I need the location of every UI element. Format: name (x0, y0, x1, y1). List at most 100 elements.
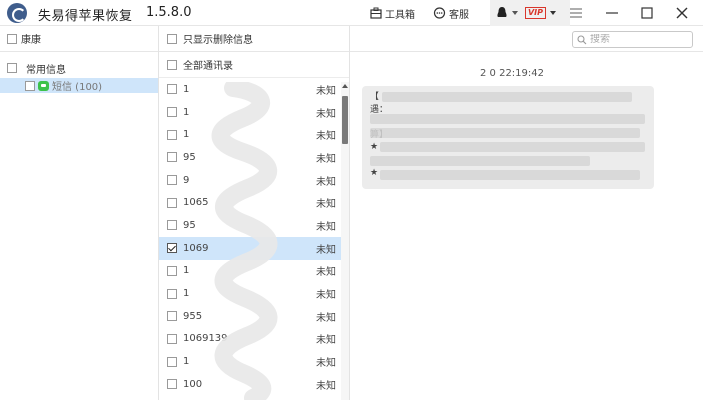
device-checkbox[interactable] (7, 33, 17, 44)
group-checkbox[interactable] (7, 63, 17, 73)
contact-number: 955 (183, 310, 203, 322)
contact-checkbox[interactable] (167, 129, 177, 140)
deleted-only-checkbox[interactable] (167, 33, 177, 44)
contact-status: 未知 (316, 335, 336, 347)
contact-row[interactable]: 1未知 (159, 396, 349, 400)
contact-checkbox[interactable] (167, 265, 177, 276)
contact-checkbox[interactable] (167, 107, 177, 118)
redaction-block (370, 156, 590, 166)
contact-row[interactable]: 100 未知 (159, 373, 349, 396)
app-name: 失易得苹果恢复 (38, 9, 133, 24)
customer-service-button[interactable]: 客服 (433, 4, 469, 22)
contact-number: 1 (183, 129, 190, 141)
contact-status: 未知 (316, 267, 336, 279)
contact-status: 未知 (316, 176, 336, 188)
redaction-block (380, 170, 640, 180)
contact-row[interactable]: 1 未知 (159, 78, 349, 101)
message-bubble: 【 遇： 算】 ★ ★ ★ 付 (362, 86, 654, 189)
contact-number: 1 (183, 106, 190, 118)
search-box[interactable] (572, 31, 693, 48)
contact-status: 未知 (316, 358, 336, 370)
contact-row[interactable]: 1 未知 (159, 260, 349, 283)
sms-checkbox[interactable] (25, 80, 35, 91)
contact-checkbox[interactable] (167, 197, 177, 208)
contact-status: 未知 (316, 131, 336, 143)
maximize-icon[interactable] (637, 3, 657, 23)
toolbox-label: 工具箱 (385, 9, 415, 21)
chat-bubble-icon (433, 6, 446, 19)
contact-list: 1 未知 1 未知 1 未知 95 未知 9 未知 1065 未知 95 未知 1069 未知 1 未知 1 未知 95… (159, 78, 349, 400)
redaction-block (380, 142, 645, 152)
filter-row[interactable]: 只显示删除信息 (159, 26, 349, 52)
contact-row[interactable]: 1未知 (159, 282, 349, 305)
device-header: 康康 (0, 26, 158, 52)
toolbox-icon (370, 7, 382, 19)
contact-row[interactable]: 1069 未知 (159, 236, 349, 260)
all-contacts-label: 全部通讯录 (183, 61, 233, 72)
contact-checkbox[interactable] (167, 356, 177, 367)
contact-checkbox[interactable] (167, 379, 177, 390)
contact-row[interactable]: 95 未知 (159, 146, 349, 169)
contact-checkbox[interactable] (167, 220, 177, 231)
contact-row[interactable]: 1069139 未知 (159, 328, 349, 351)
contact-number: 1 (183, 265, 190, 277)
menu-icon[interactable] (566, 3, 586, 23)
contact-checkbox[interactable] (167, 84, 177, 95)
contact-number: 95 (183, 151, 196, 163)
all-contacts-checkbox[interactable] (167, 59, 177, 70)
device-tree-panel: 康康 常用信息 短信 (100) (0, 26, 159, 400)
contact-number: 1 (183, 83, 190, 95)
contact-row[interactable]: 1 未知 (159, 101, 349, 124)
customer-service-label: 客服 (449, 9, 469, 21)
redaction-block (382, 92, 632, 102)
contact-checkbox[interactable] (167, 288, 177, 299)
contact-status: 未知 (316, 153, 336, 165)
contact-status: 未知 (316, 221, 336, 233)
toolbox-button[interactable]: 工具箱 (370, 4, 415, 22)
tree-item-sms[interactable]: 短信 (100) (0, 78, 158, 93)
contact-number: 95 (183, 219, 196, 231)
contact-number: 1 (183, 356, 190, 368)
contact-row[interactable]: 1065 未知 (159, 191, 349, 214)
scroll-up-icon[interactable] (342, 84, 348, 88)
contact-number: 1065 (183, 197, 209, 209)
contact-status: 未知 (316, 199, 336, 211)
contact-status: 未知 (316, 85, 336, 97)
title-bar: 失易得苹果恢复 1.5.8.0 工具箱 客服 VIP (0, 0, 703, 26)
contact-checkbox[interactable] (167, 311, 177, 322)
contact-list-panel: 只显示删除信息 全部通讯录 1 未知 1 未知 1 未知 95 未知 9 未知 1065 未知 95 未知… (159, 26, 350, 400)
contact-row[interactable]: 1 未知 (159, 350, 349, 373)
close-icon[interactable] (672, 3, 692, 23)
sms-label: 短信 (100) (52, 82, 103, 93)
scroll-thumb[interactable] (342, 96, 348, 144)
contact-row[interactable]: 9 未知 (159, 169, 349, 192)
contact-row[interactable]: 95 未知 (159, 214, 349, 237)
contact-number: 100 (183, 378, 203, 390)
contact-number: 1069 (183, 242, 209, 254)
contact-checkbox[interactable] (167, 152, 177, 163)
contact-row[interactable]: 955 未知 (159, 305, 349, 328)
search-input[interactable] (590, 34, 685, 45)
all-contacts-row[interactable]: 全部通讯录 (159, 52, 349, 78)
contact-status: 未知 (316, 380, 336, 392)
contact-status: 未知 (316, 290, 336, 302)
message-header (350, 26, 703, 52)
search-icon (577, 34, 587, 44)
app-version: 1.5.8.0 (146, 5, 192, 20)
message-timestamp: 2 0 22:19:42 (480, 68, 544, 79)
contact-checkbox[interactable] (167, 175, 177, 186)
contact-status: 未知 (316, 108, 336, 120)
minimize-icon[interactable] (602, 3, 622, 23)
vip-badge[interactable]: VIP (525, 7, 546, 19)
contact-checkbox[interactable] (167, 243, 177, 254)
message-panel: 2 0 22:19:42 【 遇： 算】 ★ ★ ★ 付 (350, 26, 703, 400)
contact-number: 1069139 (183, 333, 228, 345)
app-logo-icon (7, 3, 27, 23)
contact-checkbox[interactable] (167, 333, 177, 344)
tree-group-common-info[interactable]: 常用信息 (0, 58, 158, 78)
group-label: 常用信息 (26, 64, 66, 76)
vip-dropdown-icon[interactable] (550, 11, 556, 15)
contact-status: 未知 (316, 312, 336, 324)
contact-row[interactable]: 1 未知 (159, 123, 349, 146)
contact-list-scrollbar[interactable] (341, 82, 349, 400)
